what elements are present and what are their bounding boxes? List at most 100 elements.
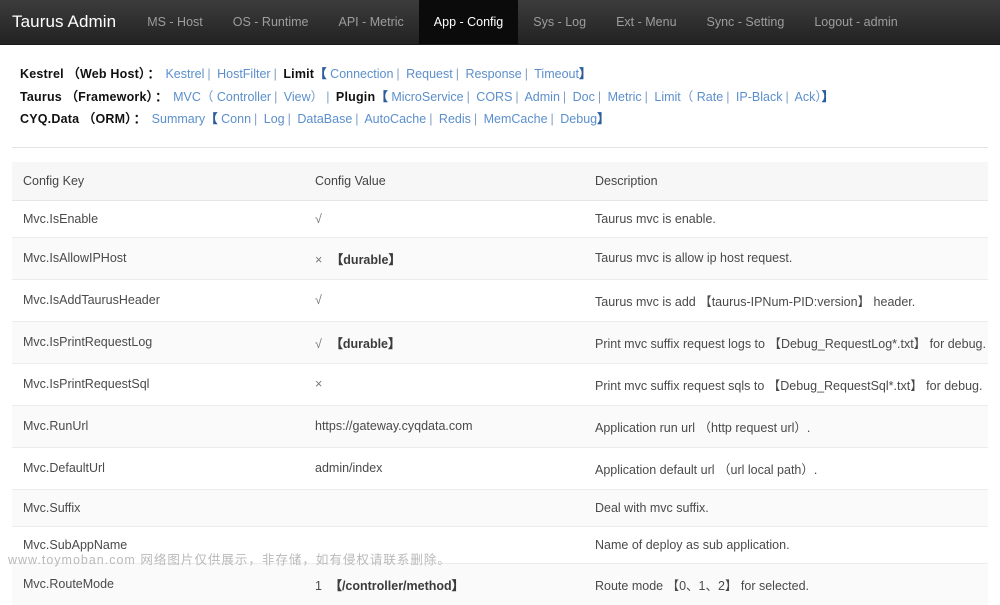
- cell-config-key: Mvc.DefaultUrl: [12, 446, 304, 489]
- config-value-text: admin/index: [315, 461, 383, 475]
- link-paren: （: [680, 89, 694, 104]
- link-separator: |: [550, 112, 554, 126]
- module-link-database[interactable]: DataBase: [297, 112, 352, 126]
- cell-config-value: ×: [304, 362, 584, 405]
- link-bracket: 【: [205, 112, 218, 126]
- cell-config-key: Mvc.IsEnable: [23, 211, 99, 226]
- link-row-colon: ：: [147, 67, 160, 81]
- column-header-config-key: Config Key: [12, 161, 304, 201]
- nav-item-ms-host[interactable]: MS - Host: [132, 0, 218, 44]
- module-link-microservice[interactable]: MicroService: [391, 90, 463, 104]
- module-link-summary[interactable]: Summary: [152, 112, 205, 126]
- module-link-conn[interactable]: Conn: [221, 112, 251, 126]
- cell-description: Print mvc suffix request sqls to 【Debug_…: [584, 362, 988, 405]
- cell-description: Print mvc suffix request logs to 【Debug_…: [584, 320, 988, 363]
- brand-title[interactable]: Taurus Admin: [0, 0, 132, 44]
- module-link-bar: Kestrel （Web Host）： Kestrel | HostFilter |…: [0, 45, 1000, 131]
- cell-config-key: Mvc.SubAppName: [12, 525, 304, 563]
- link-row-label: Taurus: [20, 89, 62, 104]
- config-table-body: Mvc.IsEnable √ Taurus mvc is enable. Mvc.Is…: [12, 200, 988, 605]
- check-icon: √: [315, 293, 322, 307]
- nav-item-api-metric[interactable]: API - Metric: [323, 0, 418, 44]
- cell-config-key: Mvc.IsAllowIPHost: [12, 236, 304, 279]
- cross-icon: ×: [315, 377, 323, 391]
- module-link-ip-black[interactable]: IP-Black: [736, 90, 783, 104]
- link-paren: （: [200, 89, 214, 104]
- link-separator: |: [254, 112, 258, 126]
- module-link-log[interactable]: Log: [264, 112, 285, 126]
- cell-config-value: [304, 525, 584, 563]
- cell-config-value: × 【durable】: [304, 236, 584, 279]
- check-icon: √: [315, 336, 322, 351]
- cell-config-value: 1 【/controller/method】: [304, 562, 584, 605]
- config-value-tag: 【/controller/method】: [329, 578, 465, 593]
- link-separator: |: [785, 89, 789, 104]
- top-navbar: Taurus Admin MS - Host OS - Runtime API - …: [0, 0, 1000, 45]
- cell-config-value: √: [304, 200, 584, 237]
- module-link-timeout[interactable]: Timeout: [534, 67, 579, 81]
- cross-icon: ×: [315, 252, 323, 267]
- link-separator: |: [644, 89, 648, 104]
- module-link-response[interactable]: Response: [465, 67, 521, 81]
- cell-config-value: admin/index: [304, 446, 584, 489]
- table-row: Mvc.DefaultUrl admin/index Application def…: [12, 446, 988, 489]
- table-row: Mvc.IsEnable √ Taurus mvc is enable.: [12, 200, 988, 237]
- module-link-debug[interactable]: Debug: [560, 112, 597, 126]
- link-bracket: 【: [314, 67, 327, 81]
- link-separator: |: [726, 89, 730, 104]
- cell-description: Taurus mvc is allow ip host request.: [584, 236, 988, 279]
- link-separator: |: [207, 67, 211, 81]
- config-value-text: https://gateway.cyqdata.com: [315, 419, 473, 433]
- cell-description: Application run url （http request url）.: [584, 404, 988, 447]
- cell-config-key: Mvc.Suffix: [12, 488, 304, 526]
- module-link-controller[interactable]: Controller: [217, 90, 271, 104]
- module-link-cors[interactable]: CORS: [476, 90, 512, 104]
- nav-item-sync-setting[interactable]: Sync - Setting: [692, 0, 800, 44]
- nav-item-sys-log[interactable]: Sys - Log: [518, 0, 601, 44]
- module-link-mvc[interactable]: MVC: [173, 90, 201, 104]
- cell-config-value: √ 【durable】: [304, 320, 584, 363]
- config-table-container: Config Key Config Value Description Mvc.…: [12, 146, 988, 605]
- module-link-admin[interactable]: Admin: [524, 90, 559, 104]
- link-separator: |: [562, 89, 567, 104]
- link-separator: |: [396, 67, 400, 81]
- module-link-doc[interactable]: Doc: [573, 90, 595, 104]
- module-link-connection[interactable]: Connection: [330, 67, 393, 81]
- cell-description: Route mode 【0、1、2】 for selected.: [584, 562, 988, 605]
- module-link-kestrel[interactable]: Kestrel: [165, 67, 204, 81]
- link-group-label-limit: Limit: [283, 67, 315, 81]
- module-link-redis[interactable]: Redis: [439, 112, 471, 126]
- module-link-request[interactable]: Request: [406, 67, 453, 81]
- nav-item-app-config[interactable]: App - Config: [418, 0, 519, 44]
- cell-config-key: Mvc.IsPrintRequestSql: [12, 362, 304, 405]
- cell-description: Name of deploy as sub application.: [584, 525, 988, 563]
- table-row: Mvc.RouteMode 1 【/controller/method】 Route…: [12, 562, 988, 605]
- check-icon: √: [315, 211, 322, 226]
- nav-item-os-runtime[interactable]: OS - Runtime: [218, 0, 324, 44]
- module-link-hostfilter[interactable]: HostFilter: [217, 67, 270, 81]
- link-separator: |: [326, 89, 330, 104]
- link-separator: |: [473, 112, 478, 126]
- link-row-label: Kestrel: [20, 67, 64, 81]
- module-link-memcache[interactable]: MemCache: [484, 112, 548, 126]
- module-link-ack[interactable]: Ack: [795, 90, 816, 104]
- nav-item-list: MS - Host OS - Runtime API - Metric App - C…: [132, 0, 913, 44]
- config-value-text: 1: [315, 578, 322, 593]
- link-separator: |: [524, 67, 528, 81]
- module-link-autocache[interactable]: AutoCache: [364, 112, 426, 126]
- link-bracket: 】: [578, 67, 592, 81]
- nav-item-ext-menu[interactable]: Ext - Menu: [601, 0, 691, 44]
- table-row: Mvc.IsPrintRequestLog √ 【durable】 Print mv…: [12, 320, 988, 363]
- module-link-rate[interactable]: Rate: [697, 90, 723, 104]
- module-link-limit[interactable]: Limit: [654, 90, 680, 104]
- link-separator: |: [287, 112, 291, 126]
- config-table: Config Key Config Value Description Mvc.…: [12, 161, 988, 605]
- link-row-taurus: Taurus （Framework）： MVC（ Controller | Vie…: [20, 86, 1000, 109]
- cell-config-value: [304, 488, 584, 526]
- module-link-metric[interactable]: Metric: [608, 90, 642, 104]
- link-separator: |: [515, 89, 519, 104]
- module-link-view[interactable]: View: [284, 90, 311, 104]
- link-row-category: （ORM）: [82, 112, 132, 126]
- nav-item-logout-admin[interactable]: Logout - admin: [799, 0, 912, 44]
- column-header-config-value: Config Value: [304, 161, 584, 201]
